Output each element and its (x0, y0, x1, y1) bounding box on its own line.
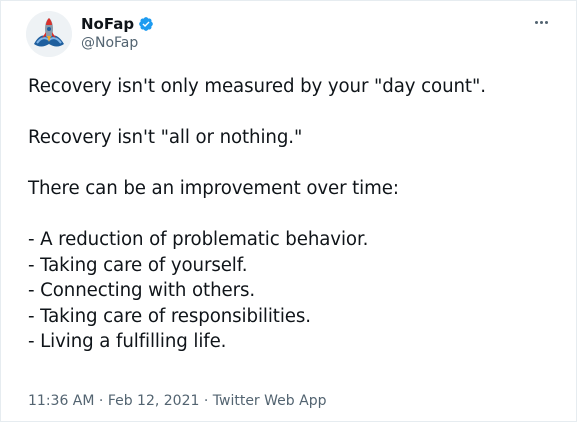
tweet-line: - Taking care of responsibilities. (28, 305, 311, 327)
tweet-header: NoFap @NoFap (26, 11, 556, 61)
nofap-rocket-logo-icon (26, 11, 72, 57)
tweet-blank-line (28, 151, 558, 177)
tweet-metadata: 11:36 AM · Feb 12, 2021 · Twitter Web Ap… (28, 393, 326, 409)
tweet-line: - A reduction of problematic behavior. (28, 229, 369, 250)
tweet-line: - Taking care of yourself. (28, 254, 248, 276)
display-name-row: NoFap (81, 14, 154, 34)
tweet-source-link[interactable]: Twitter Web App (213, 393, 327, 409)
tweet-line: Recovery isn't "all or nothing." (28, 127, 303, 148)
more-dot (534, 20, 538, 24)
more-dot (544, 20, 548, 24)
tweet-text: Recovery isn't only measured by your "da… (28, 74, 558, 355)
tweet-blank-line (28, 202, 558, 228)
display-name[interactable]: NoFap (81, 15, 134, 33)
avatar[interactable] (26, 11, 72, 57)
more-dot (539, 20, 543, 24)
tweet-time-link[interactable]: 11:36 AM (28, 393, 94, 409)
tweet-line: Recovery isn't only measured by your "da… (28, 76, 486, 97)
tweet-line: - Connecting with others. (28, 280, 256, 301)
tweet-line: - Living a fulfilling life. (28, 331, 227, 352)
tweet-card: NoFap @NoFap Recovery isn't only measure… (0, 0, 577, 422)
handle[interactable]: @NoFap (81, 35, 154, 51)
meta-separator: · (199, 393, 213, 409)
author-names: NoFap @NoFap (81, 14, 154, 51)
more-options-icon[interactable] (528, 13, 554, 31)
tweet-blank-line (28, 100, 558, 126)
meta-separator: · (94, 393, 108, 409)
verified-badge-icon (139, 17, 153, 31)
tweet-line: There can be an improvement over time: (28, 178, 399, 199)
tweet-date-link[interactable]: Feb 12, 2021 (108, 393, 200, 409)
